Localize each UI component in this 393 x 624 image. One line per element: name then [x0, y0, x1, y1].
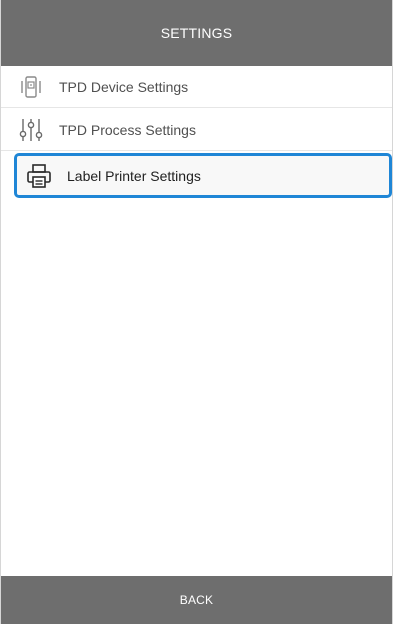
settings-screen: SETTINGS TPD Device Settings TPD Process… — [0, 0, 393, 624]
sliders-icon — [17, 116, 45, 144]
menu-item-label: Label Printer Settings — [67, 167, 201, 184]
printer-icon — [25, 162, 53, 190]
header-bar: SETTINGS — [1, 0, 392, 66]
menu-item-tpd-process-settings[interactable]: TPD Process Settings — [1, 109, 392, 151]
back-button-label: BACK — [179, 593, 214, 607]
tablet-icon — [17, 73, 45, 101]
menu-item-label: TPD Device Settings — [59, 78, 189, 95]
menu-item-label: TPD Process Settings — [59, 121, 196, 138]
menu-item-label-printer-settings[interactable]: Label Printer Settings — [14, 153, 392, 198]
back-button[interactable]: BACK — [1, 576, 392, 624]
page-title: SETTINGS — [160, 25, 233, 41]
menu-item-tpd-device-settings[interactable]: TPD Device Settings — [1, 66, 392, 108]
